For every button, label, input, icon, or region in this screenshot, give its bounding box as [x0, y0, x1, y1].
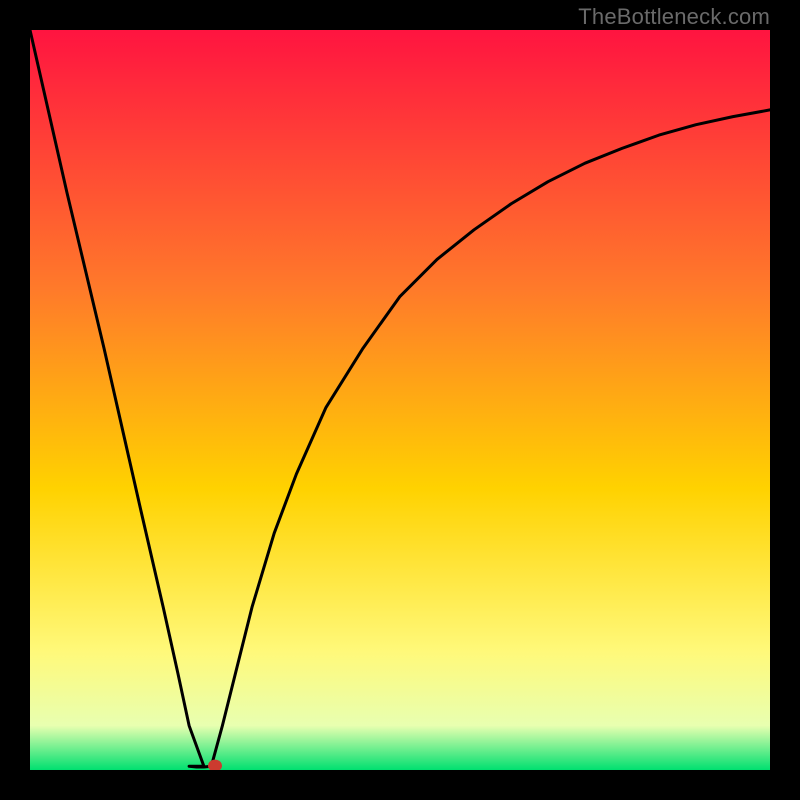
- watermark-text: TheBottleneck.com: [578, 4, 770, 30]
- chart-svg: [30, 30, 770, 770]
- chart-area: [30, 30, 770, 770]
- gradient-bg: [30, 30, 770, 770]
